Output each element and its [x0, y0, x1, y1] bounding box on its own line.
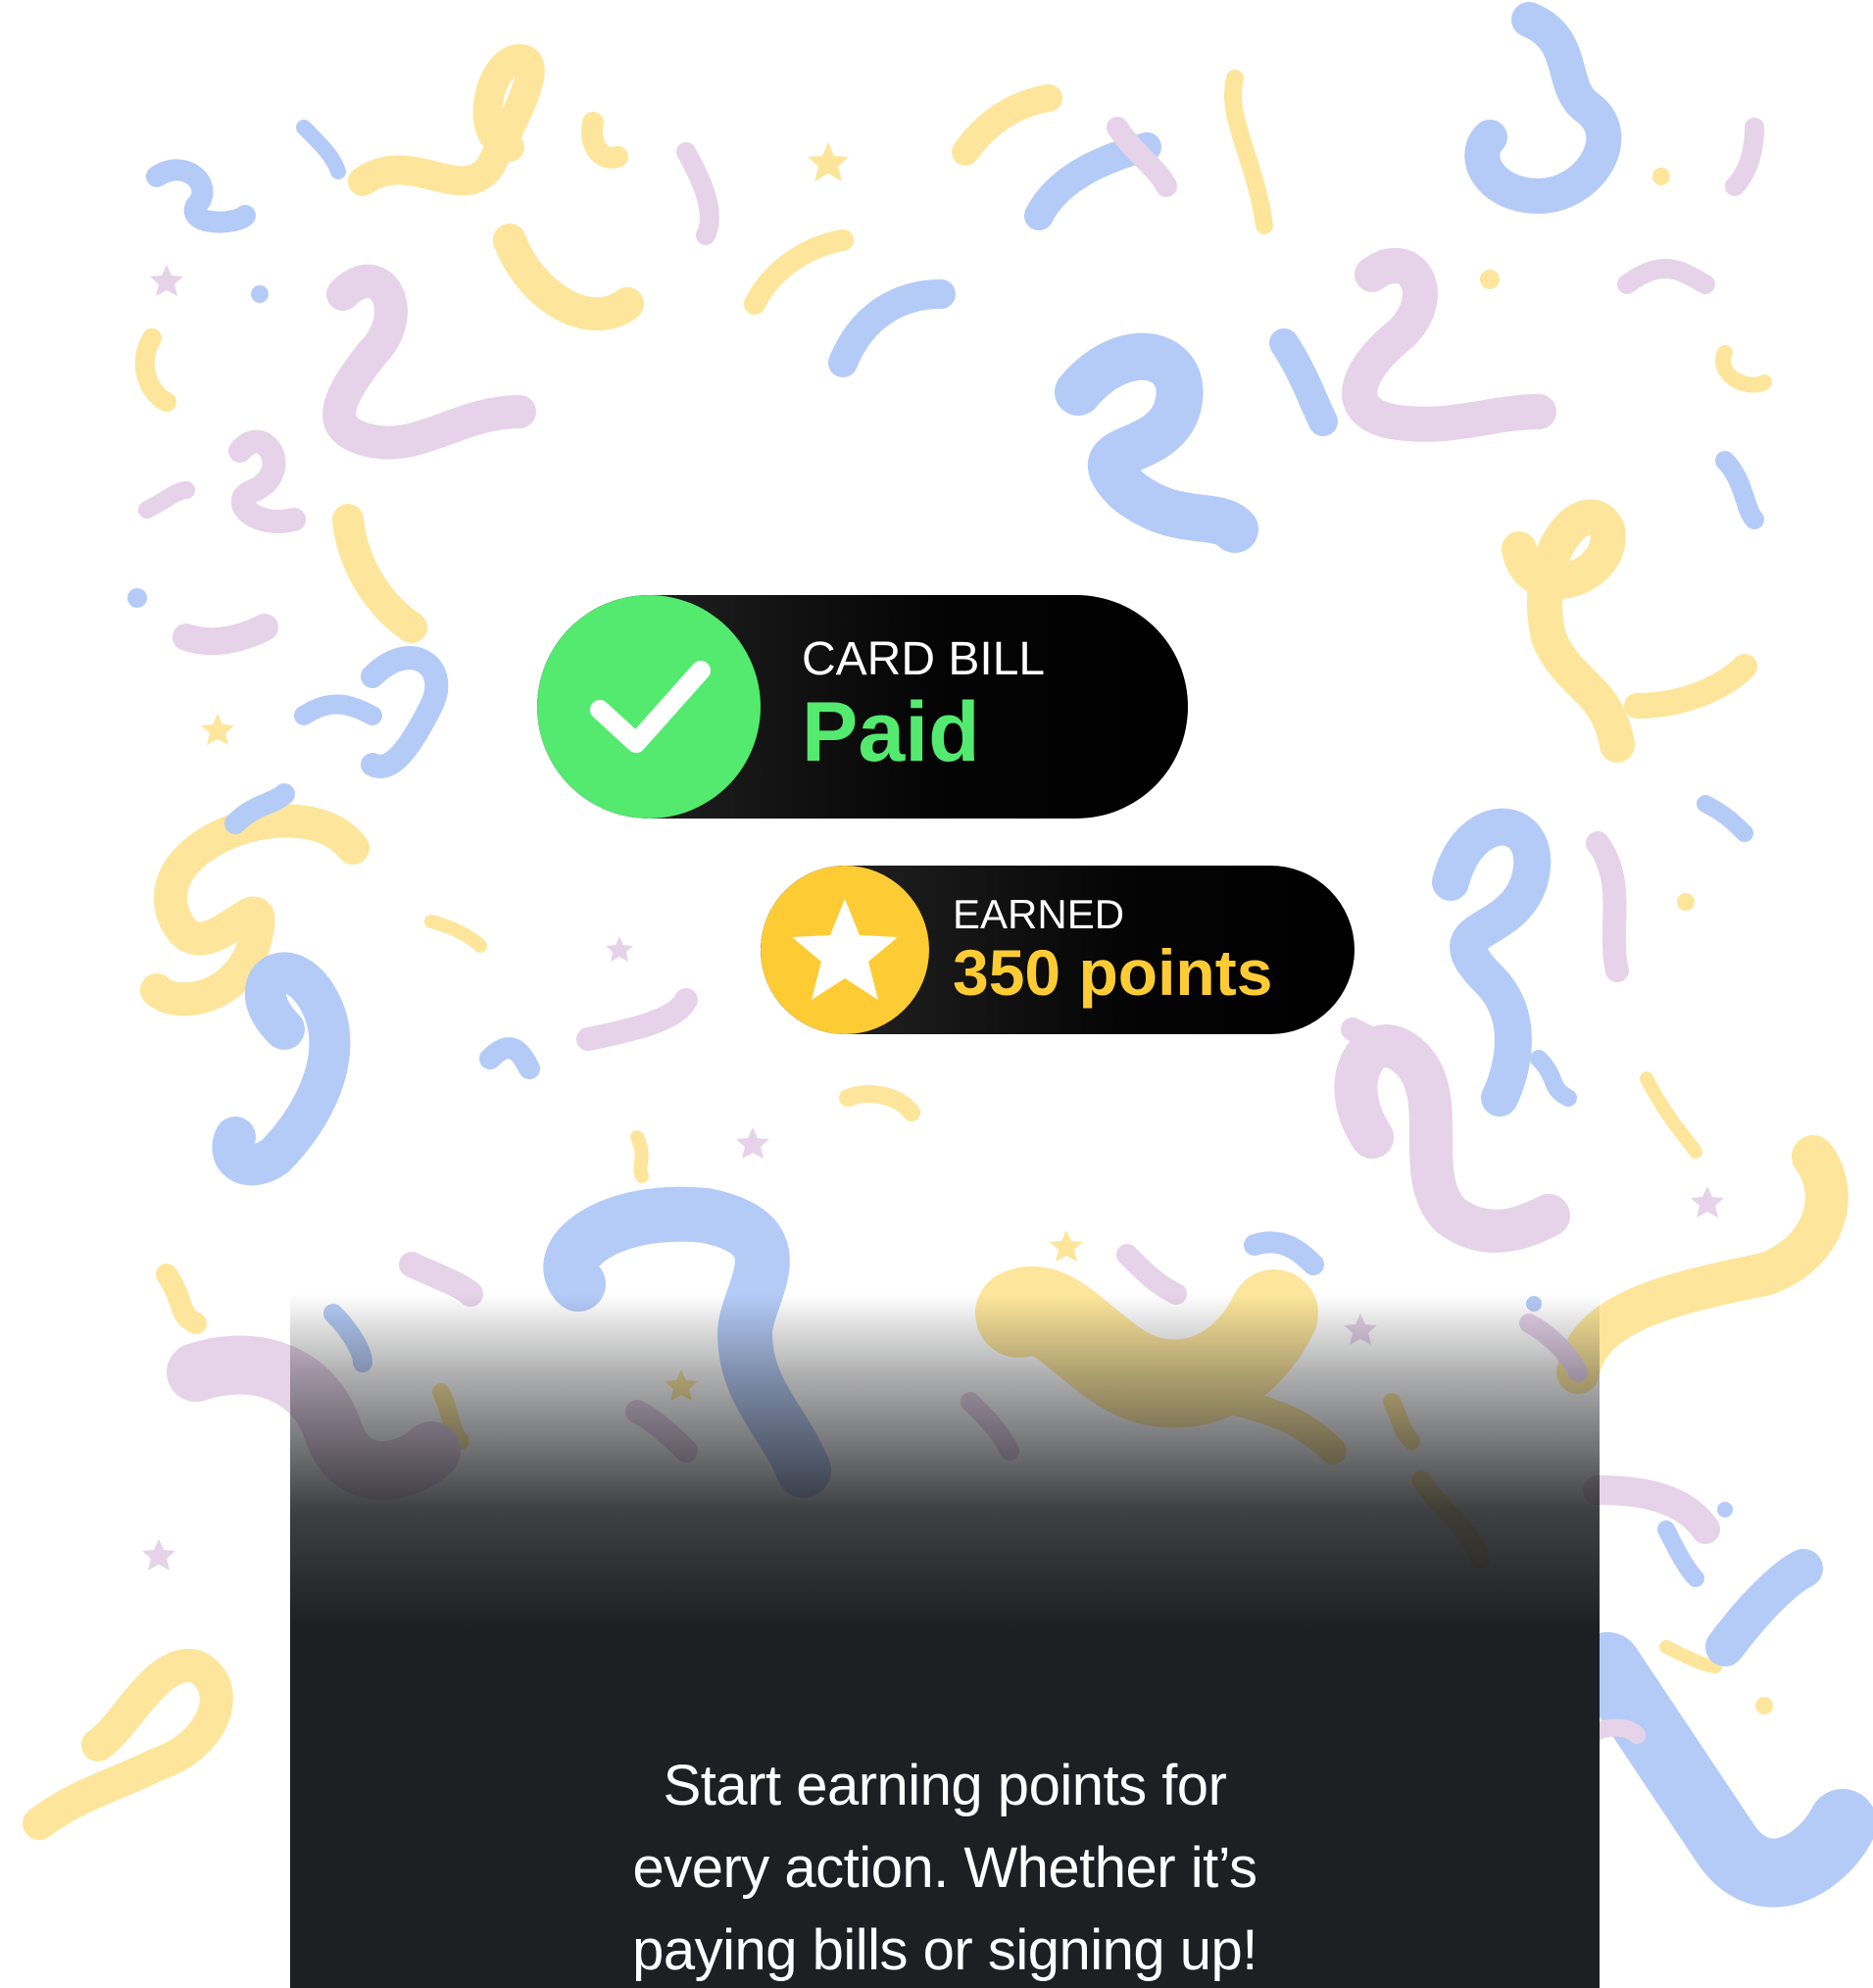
points-text: EARNED 350 points — [953, 891, 1273, 1009]
points-amount: 350 points — [953, 936, 1273, 1009]
star-icon — [792, 899, 898, 1000]
points-earned-badge: EARNED 350 points — [761, 866, 1355, 1034]
celebration-screen: CARD BILL Paid EARNED 350 points Start e… — [0, 0, 1873, 1988]
message-panel: Start earning points for every action. W… — [290, 1294, 1600, 1988]
card-bill-badge: CARD BILL Paid — [537, 595, 1188, 819]
card-bill-text: CARD BILL Paid — [802, 633, 1046, 780]
points-circle — [761, 866, 929, 1034]
card-bill-caption: CARD BILL — [802, 633, 1046, 685]
promo-message: Start earning points for every action. W… — [632, 1754, 1257, 1982]
success-circle — [537, 595, 761, 819]
check-icon — [590, 661, 711, 753]
payment-status: Paid — [802, 685, 980, 779]
points-caption: EARNED — [953, 891, 1125, 937]
